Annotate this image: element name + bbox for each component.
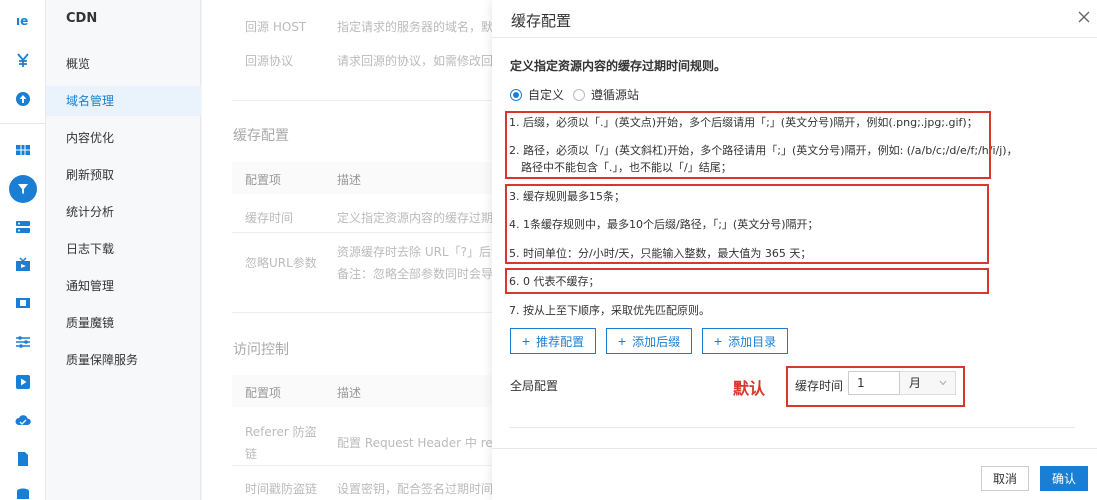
bg-col-desc: 描述	[337, 386, 362, 400]
bg-section-title: 访问控制	[233, 342, 289, 358]
icon-rail: ıe	[0, 0, 46, 500]
bg-section-title: 缓存配置	[233, 128, 289, 144]
add-suffix-button[interactable]: + 添加后缀	[606, 328, 692, 354]
plus-icon: +	[617, 333, 627, 349]
radio-unchecked-icon	[573, 88, 585, 101]
global-config-label: 全局配置	[510, 379, 559, 393]
nav-item-stats[interactable]: 统计分析	[46, 197, 201, 227]
database-icon[interactable]	[14, 486, 32, 500]
drawer-description: 定义指定资源内容的缓存过期时间规则。	[510, 59, 727, 73]
bg-row-desc: 请求回源的协议，如需修改回源协	[337, 54, 492, 68]
bg-row-label: 缓存时间	[245, 211, 294, 225]
radio-custom[interactable]: 自定义	[510, 86, 564, 103]
nav-item-quality-mirror[interactable]: 质量魔镜	[46, 308, 201, 338]
chevron-down-icon	[939, 380, 947, 386]
nav-item-notify[interactable]: 通知管理	[46, 271, 201, 301]
bg-row-desc: 设置密钥，配合签名过期时间来控	[337, 482, 492, 496]
radio-origin-label: 遵循源站	[591, 88, 640, 102]
rule-7: 7. 按从上至下顺序，采取优先匹配原则。	[509, 304, 710, 317]
bg-col-desc: 描述	[337, 173, 362, 187]
add-directory-button[interactable]: + 添加目录	[702, 328, 788, 354]
yuan-icon[interactable]	[14, 51, 32, 69]
bg-row-label: 链	[245, 447, 258, 461]
tv-icon[interactable]	[14, 256, 32, 274]
cloud-icon[interactable]	[14, 411, 32, 429]
bg-row-desc: 定义指定资源内容的缓存过期时间	[337, 211, 492, 225]
doc-icon[interactable]	[14, 450, 32, 468]
bg-row-desc: 资源缓存时去除 URL「?」后的全	[337, 245, 492, 259]
svg-text:ıe: ıe	[16, 14, 28, 28]
drawer-title: 缓存配置	[511, 12, 572, 30]
nav-item-domain[interactable]: 域名管理	[46, 86, 201, 116]
film-icon[interactable]	[14, 294, 32, 312]
cache-time-input[interactable]	[848, 371, 900, 395]
grid-icon[interactable]	[14, 141, 32, 159]
recommend-config-button[interactable]: + 推荐配置	[510, 328, 596, 354]
bg-row-label: Referer 防盗	[245, 425, 317, 439]
background-content: 回源 HOST 指定请求的服务器的域名，默认为 回源协议 请求回源的协议，如需修…	[202, 0, 492, 500]
radio-checked-icon	[510, 88, 522, 101]
confirm-button[interactable]: 确认	[1040, 466, 1088, 491]
upload-icon[interactable]	[14, 90, 32, 108]
secondary-nav: CDN 概览 域名管理 内容优化 刷新预取 统计分析 日志下载 通知管理 质量魔…	[46, 0, 201, 500]
bg-row-label: 时间戳防盗链	[245, 482, 318, 496]
close-icon[interactable]	[1077, 10, 1091, 24]
bg-row-desc: 备注：忽略全部参数同时会导致	[337, 267, 492, 281]
plus-icon: +	[713, 333, 723, 349]
radio-origin[interactable]: 遵循源站	[573, 86, 639, 103]
nav-item-content[interactable]: 内容优化	[46, 123, 201, 153]
cache-time-label: 缓存时间	[795, 379, 844, 393]
sliders-icon[interactable]	[14, 333, 32, 351]
bg-col-item: 配置项	[245, 386, 282, 400]
nav-item-refresh[interactable]: 刷新预取	[46, 160, 201, 190]
radio-custom-label: 自定义	[528, 88, 565, 102]
annotation-box	[505, 184, 989, 264]
rail-separator	[0, 123, 46, 124]
cache-config-drawer: 缓存配置 定义指定资源内容的缓存过期时间规则。 自定义 遵循源站 1. 后缀，必…	[492, 0, 1097, 500]
annotation-box	[505, 268, 989, 294]
cache-unit-select[interactable]: 月	[900, 371, 956, 395]
funnel-icon[interactable]	[9, 175, 37, 203]
bg-row-label: 回源协议	[245, 54, 294, 68]
nav-title: CDN	[66, 11, 98, 26]
default-annotation: 默认	[733, 379, 766, 398]
bg-row-label: 忽略URL参数	[245, 256, 317, 270]
server-icon[interactable]	[14, 218, 32, 236]
plus-icon: +	[521, 333, 531, 349]
bg-col-item: 配置项	[245, 173, 282, 187]
play-icon[interactable]	[14, 373, 32, 391]
annotation-box	[505, 111, 991, 179]
cancel-button[interactable]: 取消	[981, 466, 1029, 491]
bg-row-desc: 指定请求的服务器的域名，默认为	[337, 20, 492, 34]
bg-row-label: 回源 HOST	[245, 20, 307, 34]
nav-item-overview[interactable]: 概览	[46, 49, 201, 79]
nav-item-logs[interactable]: 日志下载	[46, 234, 201, 264]
nav-item-quality-service[interactable]: 质量保障服务	[46, 345, 201, 375]
bg-row-desc: 配置 Request Header 中 referer	[337, 436, 492, 450]
logo-icon[interactable]: ıe	[14, 11, 32, 29]
